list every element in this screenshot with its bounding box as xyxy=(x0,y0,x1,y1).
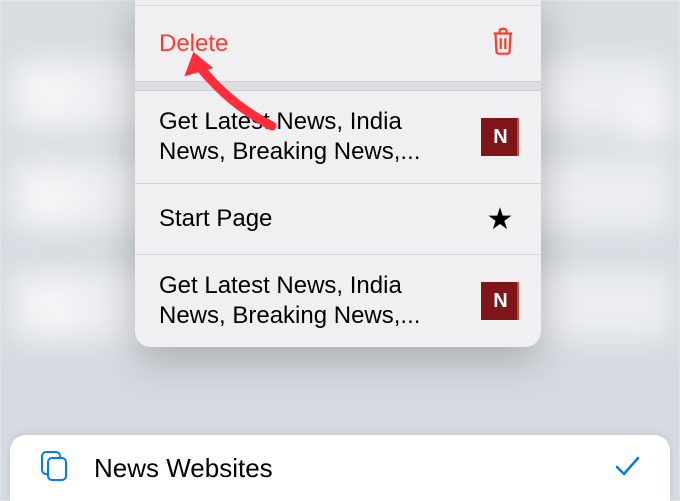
context-menu-popover: Delete Get Latest News, India News, Brea… xyxy=(135,0,541,347)
news-favicon: N xyxy=(481,282,519,320)
tab-item-news-2[interactable]: Get Latest News, India News, Breaking Ne… xyxy=(135,255,541,347)
tab-group-icon xyxy=(38,448,70,489)
checkmark-icon xyxy=(612,451,642,486)
trash-icon xyxy=(489,26,517,61)
tab-group-title: News Websites xyxy=(94,453,588,484)
tab-item-title: Get Latest News, India News, Breaking Ne… xyxy=(159,271,465,331)
section-divider xyxy=(135,81,541,91)
tab-group-row[interactable]: News Websites xyxy=(10,435,670,501)
star-icon: ★ xyxy=(481,200,519,238)
delete-menu-item[interactable]: Delete xyxy=(135,6,541,81)
tab-item-news-1[interactable]: Get Latest News, India News, Breaking Ne… xyxy=(135,91,541,184)
delete-label: Delete xyxy=(159,30,228,58)
tab-item-start-page[interactable]: Start Page ★ xyxy=(135,184,541,255)
tab-item-title: Start Page xyxy=(159,204,465,234)
tab-item-title: Get Latest News, India News, Breaking Ne… xyxy=(159,107,465,167)
news-favicon: N xyxy=(481,118,519,156)
